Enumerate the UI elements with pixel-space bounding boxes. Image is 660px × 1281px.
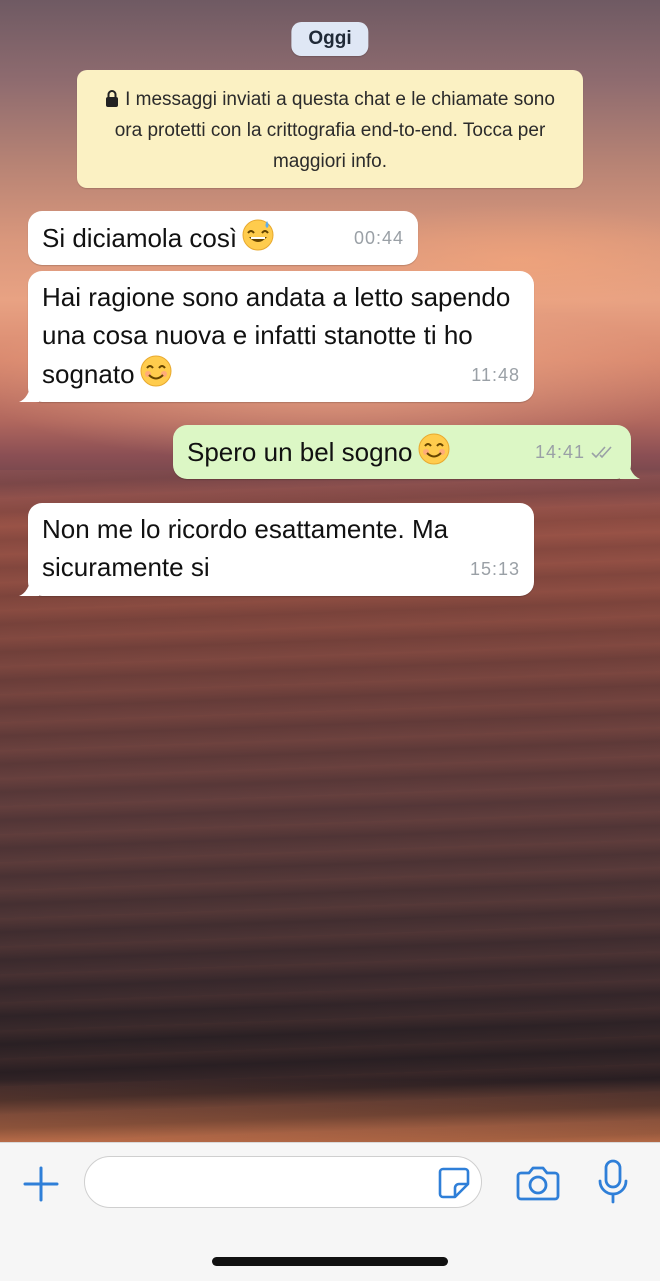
bubble-tail <box>19 576 39 596</box>
bubble-tail <box>620 459 640 479</box>
message-bubble-incoming[interactable]: Non me lo ricordo esattamente. Ma sicura… <box>19 503 534 596</box>
read-receipt-icon <box>591 446 612 459</box>
encryption-notice-text: I messaggi inviati a questa chat e le ch… <box>114 89 555 172</box>
message-text: Si diciamola così <box>42 223 238 253</box>
camera-icon[interactable] <box>516 1163 560 1203</box>
message-time-group: 14:41 <box>535 433 617 471</box>
smile-emoji-icon <box>140 355 172 387</box>
smile-emoji-icon <box>418 433 450 465</box>
message-time: 14:41 <box>534 442 585 462</box>
lock-icon <box>106 90 119 107</box>
sticker-icon[interactable] <box>437 1166 471 1200</box>
sweat-smile-emoji-icon <box>242 219 274 251</box>
message-text: Spero un bel sogno <box>187 437 413 467</box>
message-input[interactable] <box>84 1156 482 1208</box>
microphone-icon[interactable] <box>596 1159 630 1205</box>
message-time: 15:13 <box>469 559 520 579</box>
encryption-notice[interactable]: I messaggi inviati a questa chat e le ch… <box>77 70 583 188</box>
message-time: 11:48 <box>471 365 520 385</box>
message-text: Hai ragione sono andata a letto sapendo … <box>42 282 511 389</box>
home-indicator <box>212 1257 448 1266</box>
date-separator: Oggi <box>291 22 369 56</box>
message-time: 00:44 <box>353 228 404 248</box>
message-bubble-incoming[interactable]: Hai ragione sono andata a letto sapendo … <box>19 271 534 402</box>
message-bubble-outgoing[interactable]: Spero un bel sogno 14:41 <box>173 425 640 479</box>
message-text: Non me lo ricordo esattamente. Ma sicura… <box>42 514 449 582</box>
bubble-tail <box>19 382 39 402</box>
message-bubble-incoming[interactable]: Si diciamola così 00:44 <box>28 211 418 265</box>
plus-icon[interactable] <box>22 1165 60 1203</box>
